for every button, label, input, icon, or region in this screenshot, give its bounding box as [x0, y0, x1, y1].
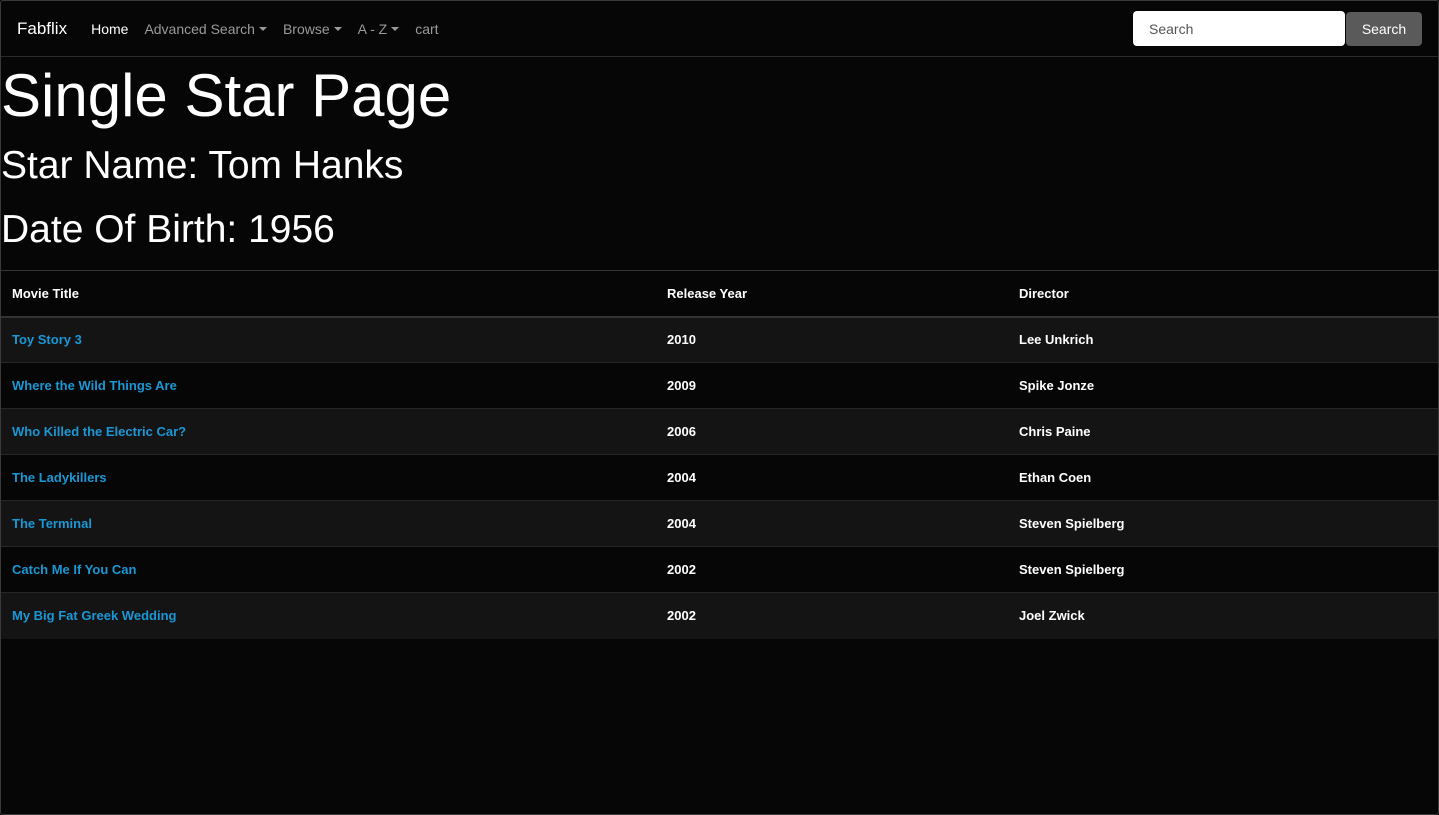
- movie-title-link[interactable]: Catch Me If You Can: [12, 562, 136, 577]
- director-cell: Lee Unkrich: [1019, 332, 1094, 348]
- movie-title-link[interactable]: The Ladykillers: [12, 470, 107, 485]
- brand-logo[interactable]: Fabflix: [17, 19, 67, 39]
- nav-browse[interactable]: Browse: [283, 21, 342, 37]
- director-cell: Chris Paine: [1019, 424, 1091, 439]
- page-title: Single Star Page: [1, 62, 452, 129]
- nav-a-z[interactable]: A - Z: [358, 21, 400, 37]
- movie-title-link[interactable]: Toy Story 3: [12, 332, 82, 347]
- release-year-cell: 2009: [667, 378, 696, 393]
- search-input[interactable]: [1133, 11, 1345, 46]
- nav-cart-label: cart: [415, 20, 439, 37]
- table-row: My Big Fat Greek Wedding 2002 Joel Zwick: [1, 592, 1438, 639]
- caret-down-icon: [333, 26, 342, 31]
- movie-title-cell: The Terminal: [1, 501, 656, 547]
- movie-title-link[interactable]: My Big Fat Greek Wedding: [12, 608, 176, 623]
- header-director: Director: [1019, 285, 1069, 301]
- release-year-cell: 2004: [667, 516, 696, 531]
- navbar: Fabflix Home Advanced Search Browse A - …: [1, 1, 1438, 57]
- table-body: Toy Story 3 2010 Lee Unkrich Where the W…: [1, 316, 1438, 639]
- table-row: Catch Me If You Can 2002 Steven Spielber…: [1, 546, 1438, 593]
- release-year-cell: 2004: [667, 470, 696, 485]
- movie-title-link[interactable]: Where the Wild Things Are: [12, 378, 177, 393]
- header-release-year: Release Year: [667, 285, 747, 301]
- director-cell: Spike Jonze: [1019, 378, 1095, 393]
- star-name: Star Name: Tom Hanks: [1, 144, 404, 187]
- movie-table: Movie Title Release Year Director Toy St…: [1, 270, 1438, 639]
- movie-title-cell: Who Killed the Electric Car?: [1, 409, 656, 455]
- movie-title-cell: Catch Me If You Can: [1, 547, 656, 593]
- browser-page: Fabflix Home Advanced Search Browse A - …: [0, 0, 1439, 815]
- nav-browse-label: Browse: [282, 20, 330, 37]
- nav-cart[interactable]: cart: [415, 21, 438, 37]
- table-row: Toy Story 3 2010 Lee Unkrich: [1, 316, 1438, 363]
- header-movie-title: Movie Title: [12, 285, 79, 301]
- movie-title-link[interactable]: The Terminal: [12, 516, 92, 531]
- nav-advanced-search[interactable]: Advanced Search: [144, 21, 267, 37]
- nav-home-label: Home: [91, 20, 129, 37]
- table-header: Movie Title Release Year Director: [1, 270, 1438, 317]
- nav-home[interactable]: Home: [91, 21, 128, 37]
- search-form: Search: [1133, 11, 1422, 46]
- movie-title-cell: Where the Wild Things Are: [1, 363, 656, 409]
- table-row: The Ladykillers 2004 Ethan Coen: [1, 454, 1438, 501]
- table-row: Who Killed the Electric Car? 2006 Chris …: [1, 408, 1438, 455]
- date-of-birth: Date Of Birth: 1956: [1, 208, 335, 251]
- nav-menu: Home Advanced Search Browse A - Z cart: [91, 21, 454, 37]
- movie-title-cell: Toy Story 3: [1, 317, 656, 363]
- release-year-cell: 2010: [667, 332, 696, 348]
- movie-title-link[interactable]: Who Killed the Electric Car?: [12, 424, 186, 439]
- caret-down-icon: [391, 26, 400, 31]
- movie-title-cell: The Ladykillers: [1, 455, 656, 501]
- director-cell: Joel Zwick: [1019, 608, 1085, 624]
- search-button[interactable]: Search: [1346, 11, 1422, 46]
- nav-advanced-search-label: Advanced Search: [144, 20, 255, 37]
- release-year-cell: 2002: [667, 562, 696, 577]
- director-cell: Steven Spielberg: [1019, 516, 1125, 531]
- release-year-cell: 2006: [667, 424, 696, 439]
- movie-title-cell: My Big Fat Greek Wedding: [1, 593, 656, 639]
- director-cell: Steven Spielberg: [1019, 562, 1125, 577]
- table-row: Where the Wild Things Are 2009 Spike Jon…: [1, 362, 1438, 409]
- caret-down-icon: [258, 26, 267, 31]
- table-row: The Terminal 2004 Steven Spielberg: [1, 500, 1438, 547]
- release-year-cell: 2002: [667, 608, 696, 624]
- director-cell: Ethan Coen: [1019, 470, 1092, 485]
- nav-a-z-label: A - Z: [357, 20, 388, 37]
- table-header-row: Movie Title Release Year Director: [1, 270, 1438, 317]
